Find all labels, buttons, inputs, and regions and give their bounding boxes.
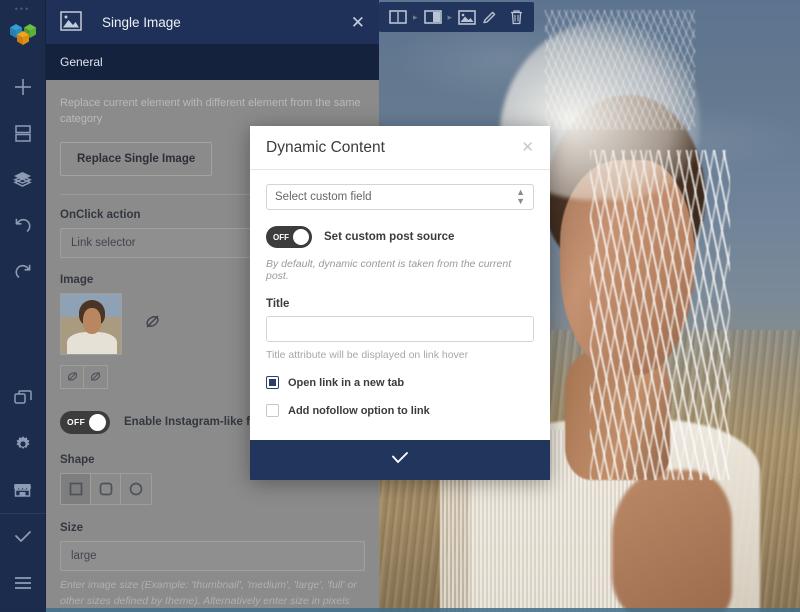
image-icon[interactable]: [458, 9, 476, 25]
close-icon[interactable]: ✕: [521, 140, 534, 155]
new-tab-checkbox[interactable]: [266, 376, 279, 389]
bottom-status-strip: [0, 608, 800, 612]
title-input[interactable]: [266, 316, 534, 342]
app-root: ▸ ▸ ••• Single Image ✕ General Replace c…: [0, 0, 800, 612]
dynamic-content-dialog: Dynamic Content ✕ Select custom field ▲ ▼…: [250, 126, 550, 480]
sidebar-item-add[interactable]: [0, 64, 46, 110]
column-icon[interactable]: [423, 10, 442, 24]
sidebar-item-menu[interactable]: [0, 560, 46, 606]
tab-general[interactable]: General: [60, 55, 103, 69]
image-thumbnail[interactable]: [60, 292, 122, 355]
nofollow-checkbox-row[interactable]: Add nofollow option to link: [266, 404, 534, 417]
page-title: Single Image: [102, 14, 181, 30]
post-source-note: By default, dynamic content is taken fro…: [266, 258, 512, 282]
sidebar-item-undo[interactable]: [0, 202, 46, 248]
post-source-label: Set custom post source: [324, 231, 455, 243]
post-source-toggle[interactable]: OFF: [266, 226, 312, 248]
image-element-icon: [60, 11, 82, 33]
trash-icon[interactable]: [509, 9, 524, 25]
toggle-state-label: OFF: [273, 232, 289, 242]
size-input[interactable]: large: [60, 540, 365, 571]
row-icon[interactable]: [389, 10, 407, 24]
thumb-face: [83, 307, 101, 334]
size-label: Size: [60, 521, 84, 534]
check-icon: [390, 451, 410, 470]
size-value: large: [71, 549, 97, 562]
toggle-knob: [293, 229, 309, 245]
instagram-filters-toggle[interactable]: OFF: [60, 410, 110, 434]
figure-feather-strands: [545, 10, 695, 130]
replace-single-image-button[interactable]: Replace Single Image: [60, 141, 213, 176]
modal-body: Select custom field ▲ ▼ OFF Set custom po…: [250, 170, 550, 440]
image-action-replace-icon[interactable]: [84, 364, 108, 389]
element-toolbar[interactable]: ▸ ▸: [379, 2, 535, 32]
select-caret-icon: ▲ ▼: [516, 187, 525, 206]
onclick-action-value: Link selector: [71, 236, 136, 249]
shape-option-square[interactable]: [61, 473, 92, 504]
image-edit-icon[interactable]: [144, 313, 161, 335]
image-action-edit-icon[interactable]: [60, 364, 84, 389]
sidebar-item-layout[interactable]: [0, 110, 46, 156]
modal-confirm-button[interactable]: [250, 440, 550, 480]
nofollow-label: Add nofollow option to link: [288, 404, 430, 417]
pencil-icon[interactable]: [482, 10, 497, 25]
drag-dots: •••: [14, 4, 31, 14]
modal-title: Dynamic Content: [266, 138, 385, 156]
replace-hint: Replace current element with different e…: [60, 97, 361, 125]
post-source-row: OFF Set custom post source: [266, 226, 534, 248]
title-field-hint: Title attribute will be displayed on lin…: [266, 349, 469, 361]
title-field-label: Title: [266, 298, 290, 310]
sidebar-item-redo[interactable]: [0, 248, 46, 294]
chevron-right-icon: ▸: [413, 11, 418, 22]
panel-tabs[interactable]: General: [46, 44, 379, 80]
new-tab-checkbox-row[interactable]: Open link in a new tab: [266, 376, 534, 389]
sidebar-item-templates[interactable]: [0, 375, 46, 421]
sidebar-item-save[interactable]: [0, 514, 46, 560]
shape-option-circle[interactable]: [121, 474, 151, 504]
custom-field-placeholder: Select custom field: [275, 191, 372, 203]
close-icon[interactable]: ✕: [351, 14, 365, 31]
left-sidebar: •••: [0, 0, 46, 612]
sidebar-item-settings[interactable]: [0, 421, 46, 467]
figure-chest: [612, 470, 732, 612]
modal-window: Dynamic Content ✕ Select custom field ▲ ▼…: [250, 126, 550, 480]
cubes-logo-icon[interactable]: [8, 22, 38, 48]
new-tab-label: Open link in a new tab: [288, 376, 405, 389]
toggle-knob: [89, 413, 106, 431]
toggle-state-label: OFF: [67, 417, 86, 428]
thumb-body: [67, 331, 117, 354]
chevron-right-icon: ▸: [447, 11, 453, 22]
panel-header: Single Image ✕: [46, 0, 379, 44]
nofollow-checkbox[interactable]: [266, 404, 279, 417]
size-help-text: Enter image size (Example: 'thumbnail', …: [60, 578, 357, 612]
shape-segmented-control[interactable]: [60, 472, 152, 505]
modal-header: Dynamic Content ✕: [250, 126, 550, 170]
sidebar-item-layers[interactable]: [0, 156, 46, 202]
sidebar-item-store[interactable]: [0, 467, 46, 513]
custom-field-select[interactable]: Select custom field ▲ ▼: [266, 184, 534, 210]
shape-option-rounded[interactable]: [91, 473, 122, 504]
